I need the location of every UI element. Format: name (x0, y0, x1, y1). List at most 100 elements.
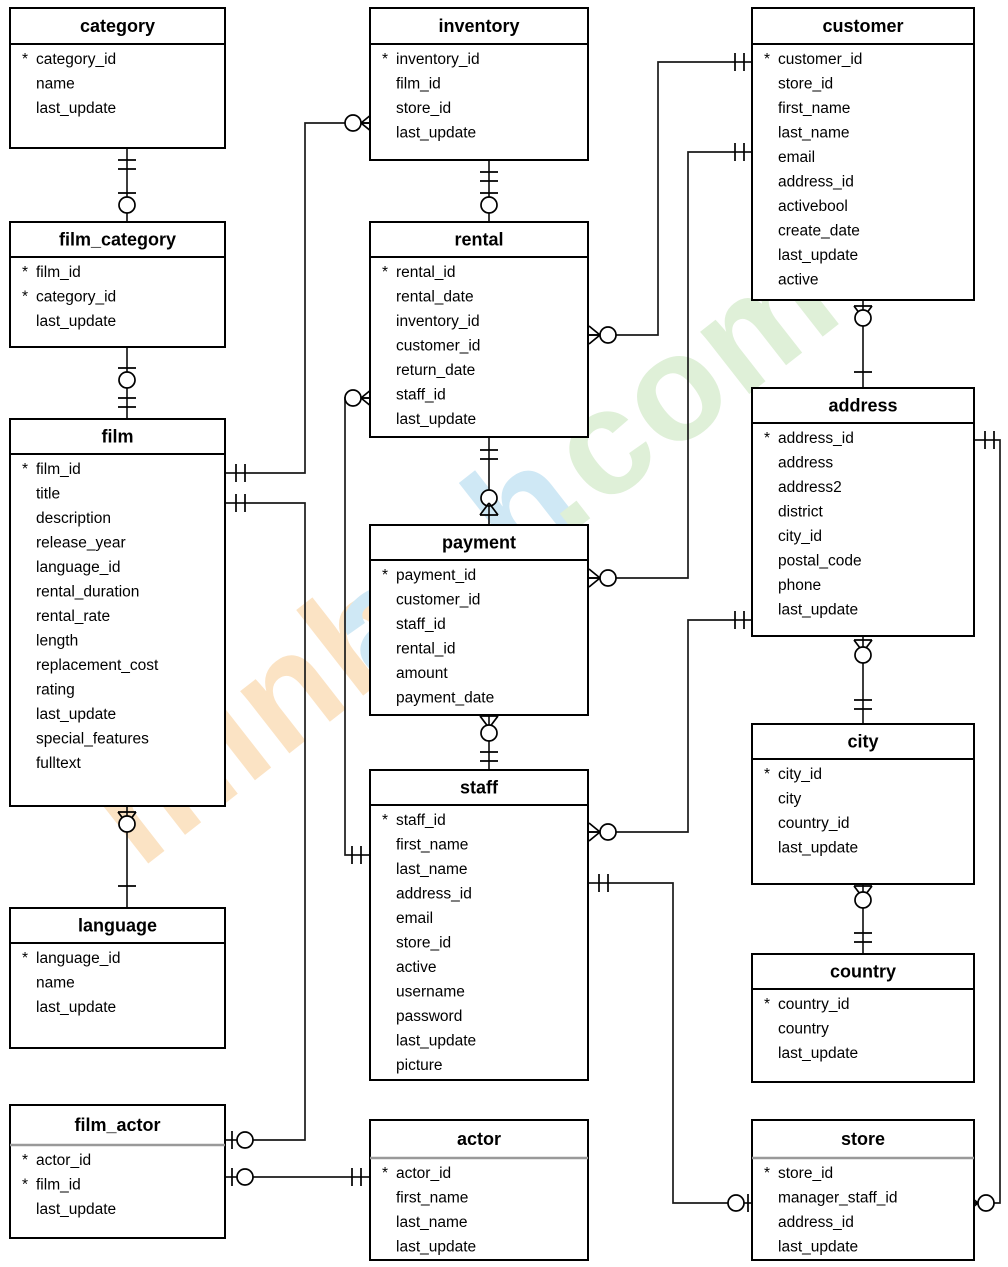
table-column: actor_id (396, 1165, 451, 1182)
table-column: rental_id (396, 641, 455, 658)
table-column: last_update (396, 125, 476, 142)
primary-key-marker: * (382, 812, 388, 829)
entity-table-city[interactable]: city* city_idcitycountry_idlast_update (751, 723, 975, 885)
table-column: last_update (396, 1033, 476, 1050)
relationship-city-country (853, 884, 873, 954)
table-column: last_name (778, 125, 850, 142)
table-column: rental_rate (36, 608, 110, 625)
primary-key-marker: * (382, 264, 388, 281)
entity-table-store[interactable]: store * store_id manager_staff_id address_id… (751, 1119, 975, 1261)
table-column: address_id (778, 1214, 854, 1231)
table-column: username (396, 984, 465, 1001)
table-column: name (36, 76, 75, 93)
entity-table-actor[interactable]: actor * actor_id first_name last_name last_up… (369, 1119, 589, 1261)
table-title: customer (822, 16, 903, 36)
primary-key-marker: * (22, 51, 28, 68)
table-title: film (101, 426, 133, 446)
entity-table-rental[interactable]: rental * rental_id rental_date inventory_idc… (369, 221, 589, 438)
table-column: name (36, 975, 75, 992)
table-column: film_id (36, 264, 81, 281)
entity-table-category[interactable]: category * category_idname last_update (9, 7, 226, 149)
primary-key-marker: * (764, 766, 770, 783)
entity-table-address[interactable]: address* address_idaddressaddress2distric… (751, 387, 975, 637)
entity-table-customer[interactable]: customer * customer_id store_id first_namela… (751, 7, 975, 301)
table-column: staff_id (396, 387, 446, 404)
table-column: email (396, 910, 433, 927)
primary-key-marker: * (22, 950, 28, 967)
table-column: last_update (36, 999, 116, 1016)
table-column: rental_date (396, 289, 474, 306)
table-column: staff_id (396, 616, 446, 633)
table-column: city_id (778, 766, 822, 783)
table-column: store_id (778, 76, 833, 93)
table-column: phone (778, 577, 821, 594)
table-title: category (80, 16, 155, 36)
table-column: address_id (396, 886, 472, 903)
table-column: last_update (778, 840, 858, 857)
entity-table-language[interactable]: language * language_idname last_update (9, 907, 226, 1049)
entity-tables: category* category_idnamelast_updatefilm_… (9, 7, 975, 1261)
primary-key-marker: * (382, 1165, 388, 1182)
table-column: last_update (36, 100, 116, 117)
table-column: manager_staff_id (778, 1190, 898, 1207)
table-column: payment_id (396, 567, 476, 584)
table-column: email (778, 149, 815, 166)
entity-table-inventory[interactable]: inventory * inventory_id film_id store_idlas… (369, 7, 589, 161)
table-column: address (778, 455, 833, 472)
table-column: inventory_id (396, 51, 480, 68)
table-title: payment (442, 532, 516, 552)
table-column: fulltext (36, 755, 81, 772)
table-column: store_id (396, 935, 451, 952)
primary-key-marker: * (382, 567, 388, 584)
table-column: city (778, 791, 802, 808)
table-title: film_category (59, 229, 176, 249)
table-column: address2 (778, 479, 842, 496)
table-column: city_id (778, 528, 822, 545)
table-column: last_update (36, 706, 116, 723)
table-column: rental_duration (36, 584, 139, 601)
table-column: staff_id (396, 812, 446, 829)
table-column: first_name (396, 1190, 468, 1207)
table-column: description (36, 510, 111, 527)
table-column: active (396, 959, 437, 976)
table-column: film_id (396, 76, 441, 93)
relationship-payment-staff (479, 715, 499, 770)
table-column: last_update (36, 1201, 116, 1218)
table-column: language_id (36, 559, 120, 576)
table-column: store_id (778, 1165, 833, 1182)
relationship-category-film_category (118, 148, 136, 222)
entity-table-film_actor[interactable]: film_actor * actor_id * film_id last_update (9, 1104, 226, 1239)
entity-table-country[interactable]: country* country_idcountrylast_update (751, 953, 975, 1083)
table-column: store_id (396, 100, 451, 117)
table-column: release_year (36, 535, 126, 552)
primary-key-marker: * (22, 1152, 28, 1169)
entity-table-payment[interactable]: payment * payment_id customer_id staff_idren… (369, 524, 589, 716)
primary-key-marker: * (22, 289, 28, 306)
table-title: inventory (438, 16, 519, 36)
table-title: country (830, 961, 896, 981)
primary-key-marker: * (22, 1177, 28, 1194)
table-column: actor_id (36, 1152, 91, 1169)
relationship-film_actor-actor (225, 1168, 370, 1186)
entity-table-staff[interactable]: staff * staff_id first_name last_nameaddress… (369, 769, 589, 1081)
table-column: customer_id (396, 592, 480, 609)
table-column: rental_id (396, 264, 455, 281)
table-column: first_name (396, 837, 468, 854)
table-column: picture (396, 1057, 443, 1074)
table-column: last_update (396, 1239, 476, 1256)
entity-table-film_category[interactable]: film_category * film_id * category_id last_up… (9, 221, 226, 348)
table-column: last_name (396, 1214, 468, 1231)
primary-key-marker: * (22, 264, 28, 281)
table-column: postal_code (778, 553, 862, 570)
table-column: language_id (36, 950, 120, 967)
relationship-address-city (853, 636, 873, 724)
table-column: last_update (778, 1045, 858, 1062)
table-column: category_id (36, 289, 116, 306)
table-column: last_update (778, 602, 858, 619)
table-title: city (847, 731, 878, 751)
table-column: rating (36, 682, 75, 699)
primary-key-marker: * (764, 1165, 770, 1182)
table-column: country (778, 1021, 829, 1038)
entity-table-film[interactable]: film * film_idtitle description release_year… (9, 418, 226, 807)
table-column: country_id (778, 815, 850, 832)
